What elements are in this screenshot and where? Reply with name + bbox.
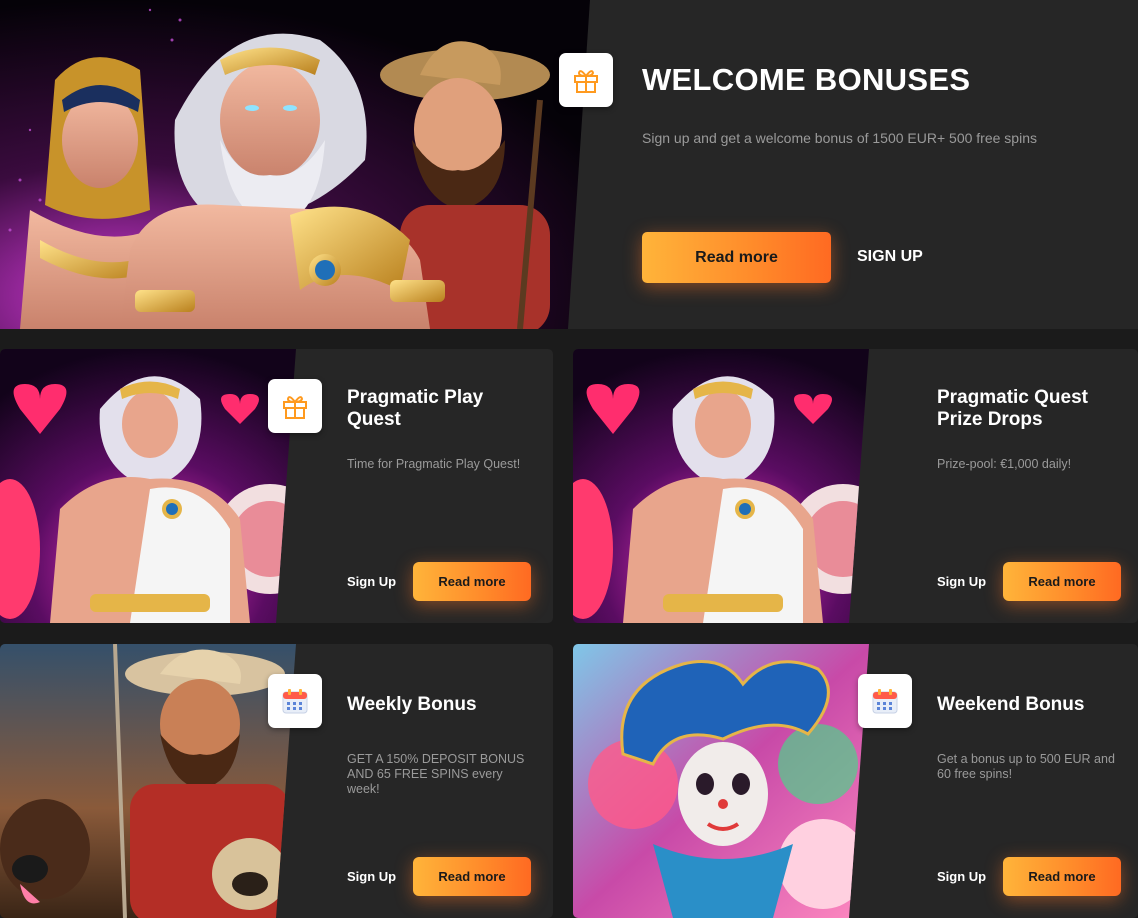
card-sign-up-link[interactable]: Sign Up	[347, 574, 396, 589]
hero-sign-up-link[interactable]: SIGN UP	[857, 248, 923, 266]
gift-icon-box	[268, 379, 322, 433]
card-description: Prize-pool: €1,000 daily!	[937, 457, 1072, 471]
card-sign-up-link[interactable]: Sign Up	[937, 574, 986, 589]
card-read-more-button[interactable]: Read more	[1003, 562, 1121, 601]
calendar-icon-box	[858, 674, 912, 728]
card-sign-up-link[interactable]: Sign Up	[347, 869, 396, 884]
card-title: Pragmatic Play Quest	[347, 387, 484, 430]
promo-card-pragmatic-quest-prize-drops: Pragmatic Quest Prize Drops Prize-pool: …	[573, 349, 1138, 623]
hero-description: Sign up and get a welcome bonus of 1500 …	[642, 130, 1037, 146]
card-description: Time for Pragmatic Play Quest!	[347, 457, 521, 471]
hero-title: WELCOME BONUSES	[642, 62, 971, 97]
gift-icon	[574, 70, 598, 93]
card-title: Weekend Bonus	[937, 694, 1085, 715]
calendar-icon-box	[268, 674, 322, 728]
card-title: Pragmatic Quest Prize Drops	[937, 387, 1088, 430]
calendar-icon	[872, 689, 898, 714]
zeus-slot-image	[573, 349, 869, 623]
card-description: Get a bonus up to 500 EUR and 60 free sp…	[937, 752, 1115, 781]
gift-icon	[283, 396, 307, 419]
card-title: Weekly Bonus	[347, 694, 477, 715]
zeus-slot-image	[0, 349, 296, 623]
promo-card-weekend-bonus: Weekend Bonus Get a bonus up to 500 EUR …	[573, 644, 1138, 918]
calendar-icon	[282, 689, 308, 714]
welcome-bonuses-banner: WELCOME BONUSES Sign up and get a welcom…	[0, 0, 1138, 329]
gift-icon-box	[559, 53, 613, 107]
promo-card-weekly-bonus: Weekly Bonus GET A 150% DEPOSIT BONUS AN…	[0, 644, 553, 918]
cowboy-slot-image	[0, 644, 296, 918]
card-read-more-button[interactable]: Read more	[413, 857, 531, 896]
jester-slot-image	[573, 644, 869, 918]
card-description: GET A 150% DEPOSIT BONUS AND 65 FREE SPI…	[347, 752, 525, 796]
card-sign-up-link[interactable]: Sign Up	[937, 869, 986, 884]
hero-read-more-button[interactable]: Read more	[642, 232, 831, 283]
promo-card-pragmatic-play-quest: Pragmatic Play Quest Time for Pragmatic …	[0, 349, 553, 623]
card-read-more-button[interactable]: Read more	[413, 562, 531, 601]
card-read-more-button[interactable]: Read more	[1003, 857, 1121, 896]
hero-slot-characters-image	[0, 0, 590, 329]
